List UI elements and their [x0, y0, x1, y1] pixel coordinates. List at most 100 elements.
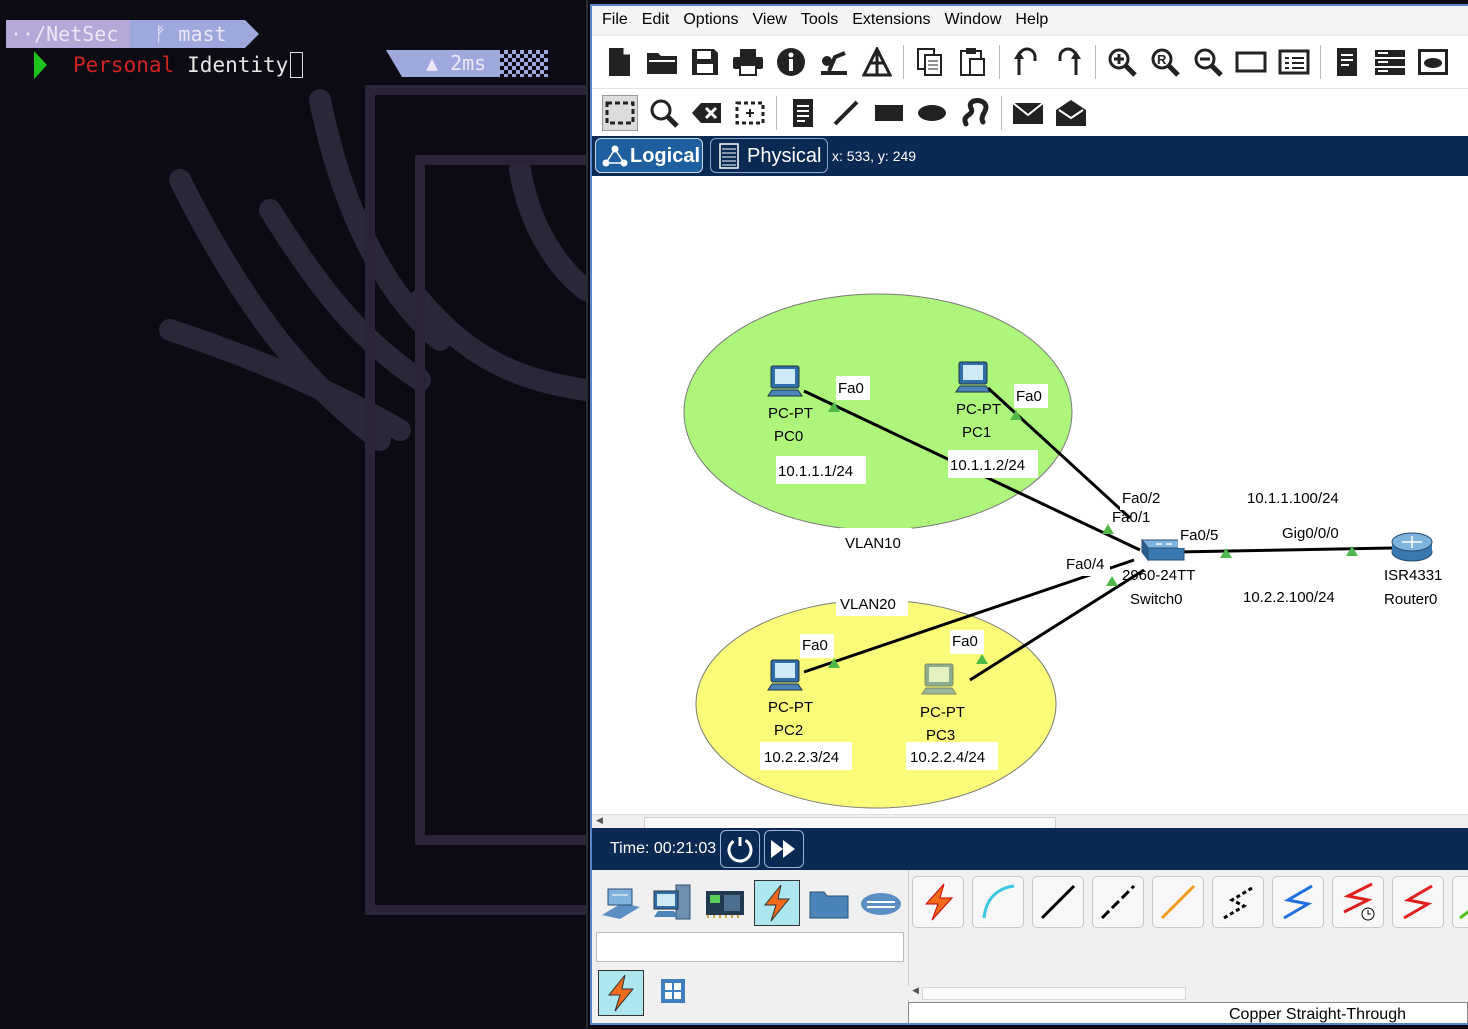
- scrollbar-thumb[interactable]: [922, 987, 1186, 1000]
- grid-icon: [661, 979, 685, 1003]
- zoom-out-icon[interactable]: [1191, 45, 1225, 79]
- delete-icon[interactable]: [690, 96, 724, 130]
- toolbar-separator: [1095, 45, 1096, 79]
- switch0-device[interactable]: 2960-24TT Switch0 Fa0/1 Fa0/2 Fa0/4 Fa0/…: [1064, 486, 1224, 608]
- fiber-icon[interactable]: [1152, 876, 1204, 928]
- wallpaper-antlers-art: [159, 85, 586, 915]
- link-up-indicator: [1106, 576, 1118, 586]
- open-folder-icon[interactable]: [645, 45, 679, 79]
- fast-forward-icon: [771, 840, 795, 858]
- network-tree-icon[interactable]: [860, 45, 894, 79]
- simulation-time: Time: 00:21:03: [610, 840, 717, 857]
- pc3-port: Fa0: [952, 633, 978, 650]
- automatic-connection-icon[interactable]: [912, 876, 964, 928]
- pc-icon: [921, 663, 957, 695]
- freeform-icon[interactable]: [958, 96, 992, 130]
- add-pdu-icon[interactable]: [1011, 96, 1045, 130]
- toolbar-separator: [1001, 96, 1002, 130]
- realtime-bar: Time: 00:21:03: [592, 828, 1468, 870]
- cluster-view-icon[interactable]: [1416, 45, 1450, 79]
- server-rack-icon[interactable]: [1373, 45, 1407, 79]
- menu-help[interactable]: Help: [1015, 11, 1048, 29]
- workspace-horizontal-scrollbar[interactable]: ◀: [592, 814, 1468, 829]
- undo-icon[interactable]: [1009, 45, 1043, 79]
- pc-icon: [767, 365, 803, 397]
- scroll-left-arrow-icon[interactable]: ◀: [912, 986, 919, 996]
- pc1-port: Fa0: [1016, 388, 1042, 405]
- device-panel: ◀ Copper Straight-Through: [592, 870, 1468, 1023]
- connections-subcategory-button[interactable]: [598, 970, 644, 1016]
- activity-wizard-icon[interactable]: [817, 45, 851, 79]
- switch-icon: [1141, 538, 1185, 562]
- misc-icon[interactable]: [806, 880, 852, 926]
- checker-decoration: [500, 50, 549, 77]
- paste-icon[interactable]: [956, 45, 990, 79]
- complex-pdu-icon[interactable]: [1054, 96, 1088, 130]
- save-icon[interactable]: [688, 45, 722, 79]
- end-devices-icon[interactable]: [650, 880, 696, 926]
- tab-physical[interactable]: Physical: [710, 138, 828, 173]
- cable-status-bar: Copper Straight-Through: [908, 1002, 1468, 1023]
- palette-icon[interactable]: [1277, 45, 1311, 79]
- draw-ellipse-icon[interactable]: [915, 96, 949, 130]
- pc3-type: PC-PT: [920, 704, 965, 721]
- cable-horizontal-scrollbar[interactable]: ◀: [908, 986, 1468, 1000]
- scroll-left-arrow-icon[interactable]: ◀: [596, 816, 603, 826]
- octal-cable-icon[interactable]: [1452, 876, 1468, 928]
- tab-physical-label: Physical: [747, 145, 822, 167]
- print-icon[interactable]: [731, 45, 765, 79]
- menu-window[interactable]: Window: [945, 11, 1002, 29]
- note-icon[interactable]: [786, 96, 820, 130]
- zoom-reset-icon[interactable]: R: [1148, 45, 1182, 79]
- command-line[interactable]: Personal Identity: [34, 50, 304, 80]
- pc2-name: PC2: [774, 722, 803, 739]
- vlan20-area[interactable]: [695, 599, 1057, 809]
- grid-subcategory-button[interactable]: [660, 978, 686, 1008]
- info-icon[interactable]: [774, 45, 808, 79]
- serial-dte-icon[interactable]: [1392, 876, 1444, 928]
- pc1-ip: 10.1.1.2/24: [950, 457, 1025, 474]
- draw-line-icon[interactable]: [829, 96, 863, 130]
- terminal-window[interactable]: ··/NetSec ᚠ mast Personal Identity ▲ 2ms: [0, 0, 588, 1029]
- copy-icon[interactable]: [913, 45, 947, 79]
- phone-cable-icon[interactable]: [1212, 876, 1264, 928]
- exec-duration: ▲ 2ms: [386, 50, 501, 77]
- console-cable-icon[interactable]: [972, 876, 1024, 928]
- menu-view[interactable]: View: [753, 11, 787, 29]
- drawing-toolbar: [592, 88, 1468, 137]
- menu-extensions[interactable]: Extensions: [852, 11, 930, 29]
- zoom-in-icon[interactable]: [1105, 45, 1139, 79]
- menu-options[interactable]: Options: [683, 11, 738, 29]
- power-cycle-button[interactable]: [720, 830, 760, 868]
- packet-tracer-window[interactable]: File Edit Options View Tools Extensions …: [590, 4, 1468, 1025]
- device-search-field[interactable]: [596, 932, 904, 962]
- rectangle-view-icon[interactable]: [1234, 45, 1268, 79]
- resize-shape-icon[interactable]: [733, 96, 767, 130]
- link-switch-router[interactable]: [1175, 546, 1393, 554]
- inspect-icon[interactable]: [647, 96, 681, 130]
- multiuser-icon[interactable]: [858, 880, 904, 926]
- menu-file[interactable]: File: [602, 11, 628, 29]
- cable-type-row: [912, 876, 1468, 928]
- select-icon[interactable]: [602, 95, 638, 131]
- copper-straight-through-icon[interactable]: [1032, 876, 1084, 928]
- custom-device-icon[interactable]: [1330, 45, 1364, 79]
- selected-cable-label: Copper Straight-Through: [1229, 1006, 1406, 1023]
- logical-workspace[interactable]: PC-PT PC0 Fa0 10.1.1.1/24 PC-PT PC1 Fa0: [592, 176, 1468, 814]
- menu-edit[interactable]: Edit: [642, 11, 670, 29]
- components-icon[interactable]: [702, 880, 748, 926]
- menu-tools[interactable]: Tools: [801, 11, 838, 29]
- network-devices-icon[interactable]: [598, 880, 644, 926]
- draw-rectangle-icon[interactable]: [872, 96, 906, 130]
- serial-dce-icon[interactable]: [1332, 876, 1384, 928]
- new-file-icon[interactable]: [602, 45, 636, 79]
- router-ip1: 10.1.1.100/24: [1247, 490, 1339, 507]
- coaxial-icon[interactable]: [1272, 876, 1324, 928]
- logical-network-icon: [602, 145, 628, 167]
- tab-logical[interactable]: Logical: [595, 138, 703, 173]
- connections-icon[interactable]: [754, 880, 800, 926]
- copper-cross-over-icon[interactable]: [1092, 876, 1144, 928]
- fast-forward-button[interactable]: [764, 830, 804, 868]
- power-cycle-icon: [727, 837, 753, 863]
- redo-icon[interactable]: [1052, 45, 1086, 79]
